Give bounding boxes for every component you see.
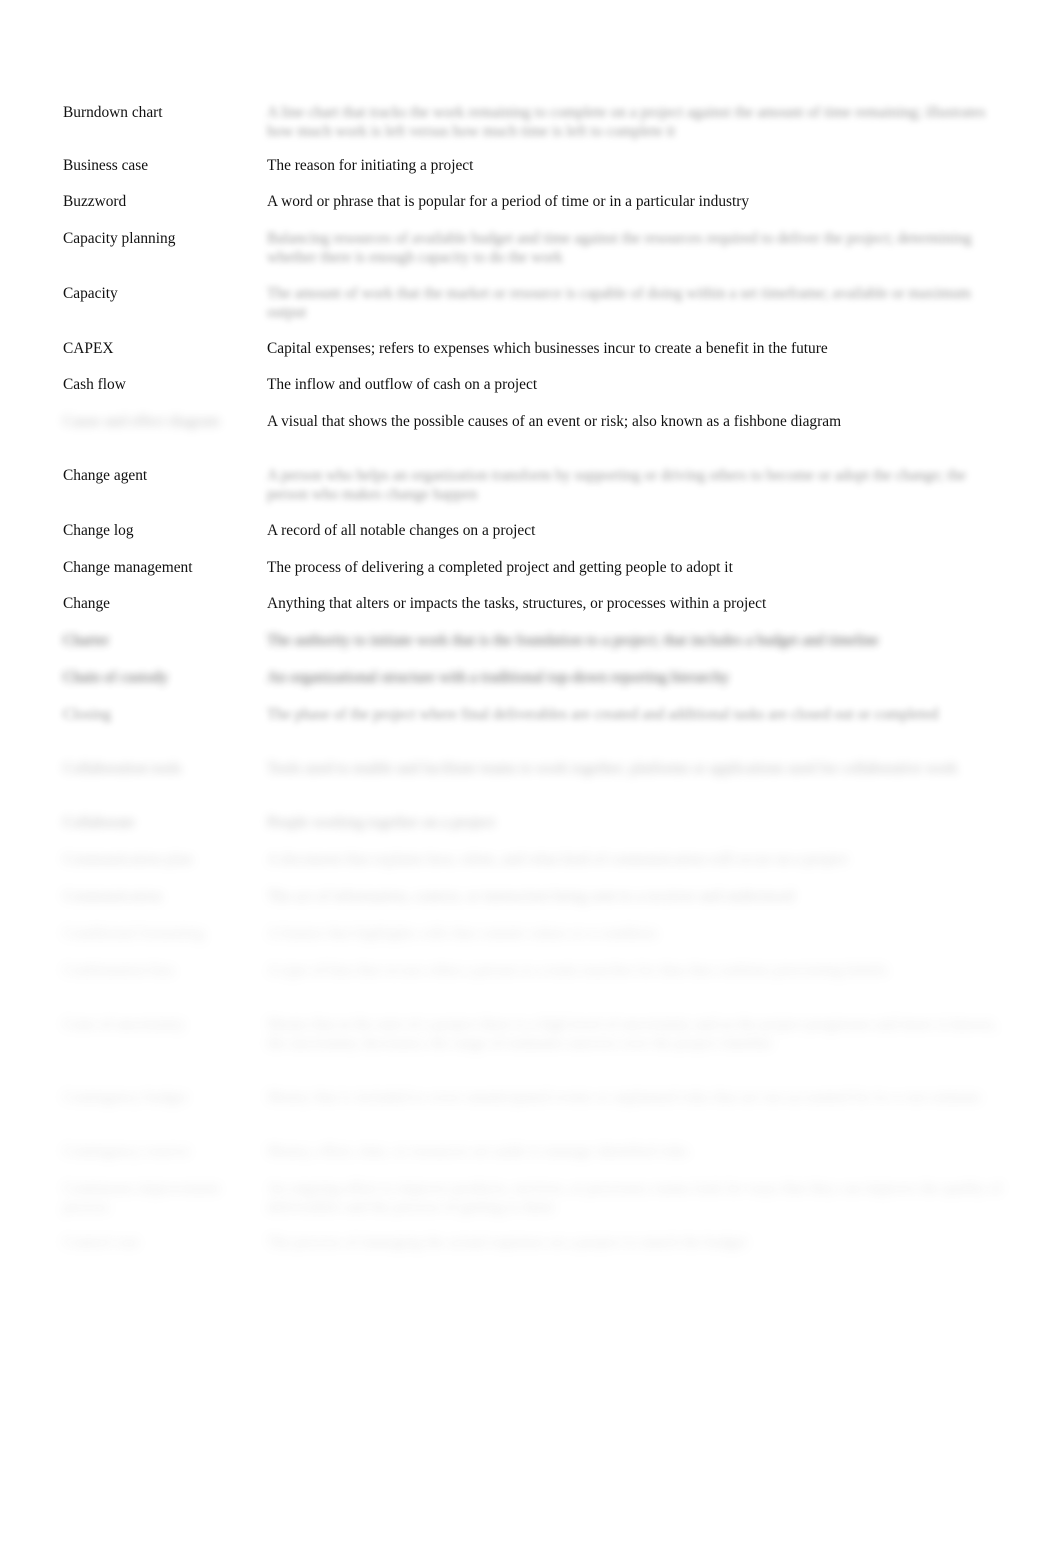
glossary-definition: The process of delivering a completed pr… (267, 559, 733, 576)
glossary-term: Conditional formatting (63, 925, 205, 942)
glossary-term: Change (63, 595, 111, 612)
glossary-term: Chain of custody (63, 669, 169, 686)
glossary-term: Charter (63, 632, 110, 649)
glossary-definition: A visual that shows the possible causes … (267, 413, 842, 430)
glossary-definition: An ongoing effort to improve products, s… (267, 1180, 1003, 1216)
glossary-definition: A document that explains how, when, and … (267, 851, 848, 868)
glossary-row: Conditional formatting A feature that hig… (63, 925, 1003, 962)
glossary-definition: The authority to initiate work that is t… (267, 632, 879, 649)
glossary-row: Closing The phase of the project where fi… (63, 706, 1003, 760)
glossary-definition: People working together on a project (267, 814, 495, 831)
glossary-term: Closing (63, 706, 111, 723)
glossary-term: Business case (63, 157, 149, 174)
glossary-row: Burndown chart A line chart that tracks t… (63, 104, 1003, 157)
glossary-row: Change log A record of all notable change… (63, 522, 1003, 559)
glossary-row: CAPEX Capital expenses; refers to expense… (63, 340, 1003, 376)
glossary-definition: A person who helps an organization trans… (267, 467, 966, 503)
glossary-term: Communication plan (63, 851, 193, 868)
glossary-row: Buzzword A word or phrase that is popular… (63, 193, 1003, 230)
glossary-term: CAPEX (63, 340, 114, 357)
glossary-definition: Tools used to enable and facilitate team… (267, 760, 958, 777)
glossary-definition: A line chart that tracks the work remain… (267, 104, 986, 140)
glossary-term: Burndown chart (63, 104, 163, 121)
glossary-row: Contingency budget Money that is included… (63, 1089, 1003, 1143)
glossary-row: Change Anything that alters or impacts th… (63, 595, 1003, 632)
document-page: Burndown chart A line chart that tracks t… (0, 0, 1062, 1561)
glossary-definition: Capital expenses; refers to expenses whi… (267, 340, 828, 357)
glossary-row: Confirmation bias A type of bias that occ… (63, 962, 1003, 1016)
glossary-row: Charter The authority to initiate work th… (63, 632, 1003, 669)
glossary-definition: Balancing resources of available budget … (267, 230, 972, 266)
glossary-table: Burndown chart A line chart that tracks t… (63, 104, 1003, 1271)
glossary-term: Control cost (63, 1234, 139, 1251)
glossary-term: Capacity planning (63, 230, 176, 247)
glossary-row: Collaborate People working together on a … (63, 814, 1003, 851)
glossary-row: Capacity planning Balancing resources of … (63, 230, 1003, 285)
glossary-term: Cash flow (63, 376, 126, 393)
glossary-definition: An organizational structure with a tradi… (267, 669, 730, 686)
glossary-row: Contingency reserve Money, effort, time, … (63, 1143, 1003, 1180)
glossary-definition: The process of managing the actual expen… (267, 1234, 747, 1251)
glossary-definition: A record of all notable changes on a pro… (267, 522, 536, 539)
glossary-term: Cause and effect diagram (63, 413, 220, 430)
glossary-definition: The inflow and outflow of cash on a proj… (267, 376, 538, 393)
glossary-row: Control cost The process of managing the … (63, 1234, 1003, 1271)
glossary-term: Change management (63, 559, 193, 576)
glossary-row: Collaboration tools Tools used to enable … (63, 760, 1003, 814)
glossary-definition: Anything that alters or impacts the task… (267, 595, 767, 612)
glossary-definition: The reason for initiating a project (267, 157, 474, 174)
glossary-definition: A type of bias that occurs when a person… (267, 962, 888, 979)
glossary-term: Buzzword (63, 193, 127, 210)
glossary-definition: Money that is included to cover unantici… (267, 1089, 982, 1106)
glossary-row: Change management The process of deliveri… (63, 559, 1003, 595)
glossary-definition: The amount of work that the market or re… (267, 285, 971, 321)
glossary-term: Collaboration tools (63, 760, 182, 777)
glossary-term: Change log (63, 522, 134, 539)
glossary-term: Contingency reserve (63, 1143, 190, 1160)
glossary-term: Continuous improvement process (63, 1180, 220, 1216)
glossary-term: Confirmation bias (63, 962, 175, 979)
glossary-definition: A word or phrase that is popular for a p… (267, 193, 750, 210)
glossary-definition: The phase of the project where final del… (267, 706, 939, 723)
glossary-term: Communication (63, 888, 163, 905)
glossary-row: Communication plan A document that explai… (63, 851, 1003, 888)
glossary-definition: Means that at the start of a project the… (267, 1016, 997, 1052)
glossary-row: Continuous improvement process An ongoing… (63, 1180, 1003, 1234)
glossary-definition: A feature that highlights cells that con… (267, 925, 657, 942)
glossary-row: Communication The act of information, con… (63, 888, 1003, 925)
glossary-row: Capacity The amount of work that the mark… (63, 285, 1003, 340)
glossary-term: Change agent (63, 467, 148, 484)
glossary-row: Business case The reason for initiating a… (63, 157, 1003, 193)
glossary-term: Cone of uncertainty (63, 1016, 186, 1033)
glossary-row: Chain of custody An organizational struct… (63, 669, 1003, 706)
glossary-row: Cone of uncertainty Means that at the sta… (63, 1016, 1003, 1089)
glossary-row: Cause and effect diagram A visual that sh… (63, 413, 1003, 467)
glossary-definition: The act of information, context, or inst… (267, 888, 794, 905)
glossary-row: Change agent A person who helps an organi… (63, 467, 1003, 522)
glossary-term: Capacity (63, 285, 118, 302)
glossary-definition: Money, effort, time, or resources set as… (267, 1143, 689, 1160)
glossary-row: Cash flow The inflow and outflow of cash … (63, 376, 1003, 413)
glossary-term: Collaborate (63, 814, 135, 831)
glossary-term: Contingency budget (63, 1089, 188, 1106)
